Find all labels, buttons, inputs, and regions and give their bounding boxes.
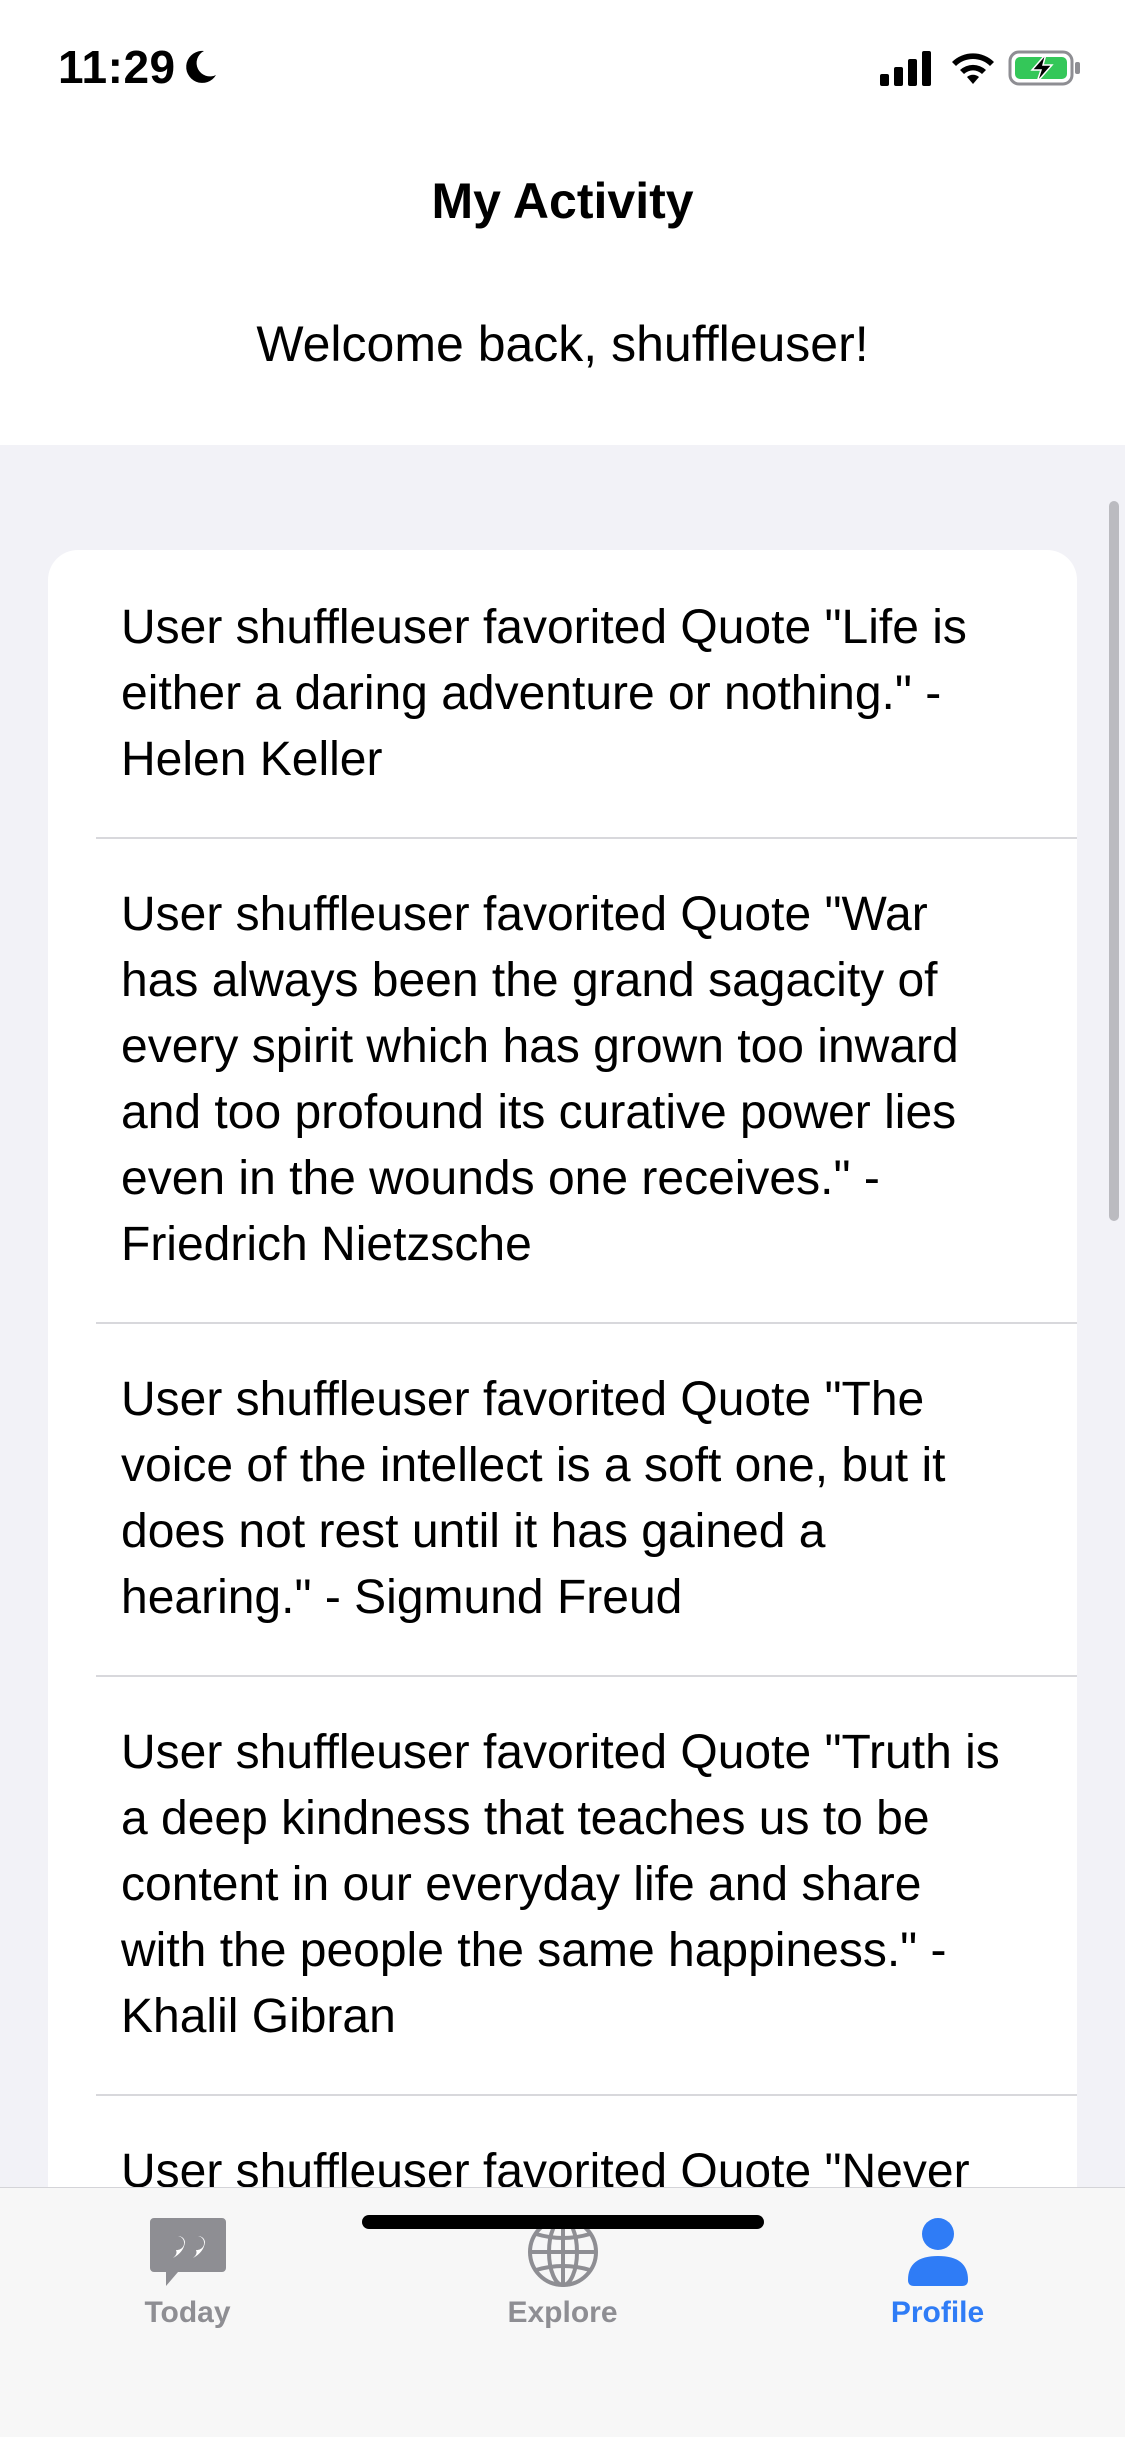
page-title: My Activity xyxy=(431,173,694,229)
activity-item[interactable]: User shuffleuser favorited Quote "War ha… xyxy=(48,837,1077,1322)
quote-bubble-icon xyxy=(149,2218,226,2286)
moon-icon xyxy=(186,50,216,83)
activity-item[interactable]: User shuffleuser favorited Quote "Truth … xyxy=(48,1675,1077,2094)
activity-item[interactable]: User shuffleuser favorited Quote "The vo… xyxy=(48,1322,1077,1675)
tab-explore[interactable]: Explore xyxy=(375,2188,750,2358)
status-time: 11:29 xyxy=(58,41,176,93)
battery-charging-icon xyxy=(1008,50,1080,86)
header: My Activity Welcome back, shuffleuser! xyxy=(0,140,1125,445)
activity-scroll-view[interactable]: User shuffleuser favorited Quote "Life i… xyxy=(0,445,1125,2187)
wifi-icon xyxy=(952,53,994,84)
tab-today[interactable]: Today xyxy=(0,2188,375,2358)
activity-item[interactable]: User shuffleuser favorited Quote "Never … xyxy=(48,2094,1077,2187)
activity-item[interactable]: User shuffleuser favorited Quote "Life i… xyxy=(48,550,1077,837)
tab-label: Today xyxy=(144,2296,231,2329)
person-icon xyxy=(907,2218,968,2286)
status-bar: 11:29 xyxy=(0,0,1125,140)
cellular-signal-icon xyxy=(880,51,931,86)
tab-profile[interactable]: Profile xyxy=(750,2188,1125,2358)
activity-list: User shuffleuser favorited Quote "Life i… xyxy=(48,550,1077,2187)
tab-label: Profile xyxy=(890,2296,985,2329)
scroll-indicator[interactable] xyxy=(1109,501,1119,1221)
tab-label: Explore xyxy=(507,2296,618,2329)
home-indicator[interactable] xyxy=(362,2215,764,2229)
welcome-message: Welcome back, shuffleuser! xyxy=(256,316,869,372)
